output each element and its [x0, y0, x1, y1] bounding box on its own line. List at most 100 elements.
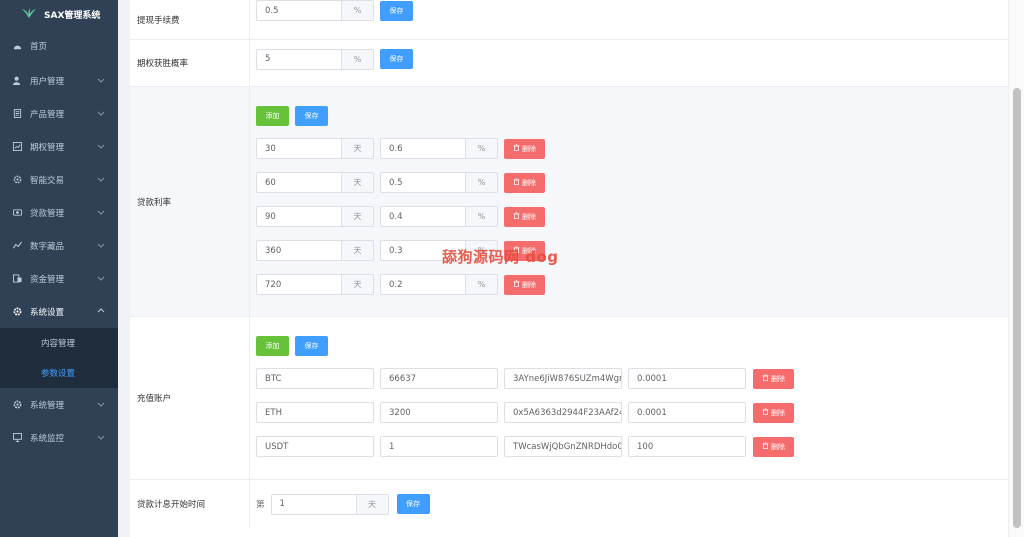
delete-label: 删除 — [522, 280, 536, 289]
sidebar: SAX管理系统 首页 用户管理 产品管理 期权管理 智能交易 贷款管理 数字藏品… — [0, 0, 118, 537]
min-amount-input[interactable]: 0.0001 — [628, 368, 746, 389]
coin-input[interactable]: ETH — [256, 402, 374, 423]
loan-rate-row: 30 天 0.6% 删除 — [256, 138, 1008, 159]
address-input[interactable]: 3AYne6JiW876SUZm4Wgr — [504, 368, 622, 389]
option-win-input[interactable]: 5 — [256, 48, 342, 70]
trend-icon — [12, 241, 22, 251]
loan-rate-input[interactable]: 0.4 — [380, 206, 466, 227]
loan-rate-input[interactable]: 0.3 — [380, 240, 466, 261]
sidebar-item-system-admin[interactable]: 系统管理 — [0, 388, 118, 421]
unit-suffix: 天 — [342, 172, 374, 193]
sidebar-item-label: 系统设置 — [30, 307, 65, 318]
delete-label: 删除 — [522, 144, 536, 153]
unit-suffix: % — [466, 172, 498, 193]
delete-label: 删除 — [522, 212, 536, 221]
loan-rate-row: 90 天 0.4% 删除 — [256, 206, 1008, 227]
save-button[interactable]: 保存 — [396, 494, 430, 514]
loan-rate-input[interactable]: 0.6 — [380, 138, 466, 159]
address-input[interactable]: 0x5A6363d2944F23AAf249 — [504, 402, 622, 423]
sidebar-item-label: 期权管理 — [30, 142, 65, 153]
save-button[interactable]: 保存 — [295, 106, 328, 126]
chevron-down-icon — [97, 243, 105, 248]
coin-input[interactable]: USDT — [256, 436, 374, 457]
add-button[interactable]: 添加 — [256, 336, 289, 356]
sidebar-subitem-content[interactable]: 内容管理 — [0, 328, 118, 358]
price-input[interactable]: 1 — [380, 436, 498, 457]
price-input[interactable]: 66637 — [380, 368, 498, 389]
scrollbar-thumb[interactable] — [1013, 88, 1021, 528]
sidebar-subitem-params[interactable]: 参数设置 — [0, 358, 118, 388]
interest-start-input[interactable]: 1 — [270, 493, 357, 515]
add-button[interactable]: 添加 — [256, 106, 289, 126]
sidebar-item-users[interactable]: 用户管理 — [0, 64, 118, 97]
loan-days-input[interactable]: 30 — [256, 138, 342, 159]
delete-button[interactable]: 删除 — [504, 138, 545, 159]
withdraw-fee-input[interactable]: 0.5 — [256, 0, 342, 21]
loan-days-input[interactable]: 90 — [256, 206, 342, 227]
chevron-up-icon — [97, 308, 105, 313]
gear-icon — [12, 400, 22, 410]
chevron-down-icon — [97, 435, 105, 440]
delete-button[interactable]: 删除 — [504, 240, 545, 261]
loan-rate-row: 60 天 0.5% 删除 — [256, 172, 1008, 193]
page-gutter — [118, 0, 130, 537]
min-amount-input[interactable]: 0.0001 — [628, 402, 746, 423]
sidebar-item-loans[interactable]: 贷款管理 — [0, 196, 118, 229]
loan-rate-row: 720 天 0.2% 删除 — [256, 274, 1008, 295]
chevron-down-icon — [97, 111, 105, 116]
sidebar-item-label: 系统管理 — [30, 400, 65, 411]
price-input[interactable]: 3200 — [380, 402, 498, 423]
sidebar-item-monitor[interactable]: 系统监控 — [0, 421, 118, 454]
app-title: SAX管理系统 — [44, 10, 101, 21]
loan-rate-input[interactable]: 0.2 — [380, 274, 466, 295]
sidebar-item-label: 贷款管理 — [30, 208, 65, 219]
unit-suffix: 天 — [356, 493, 389, 515]
sidebar-item-options[interactable]: 期权管理 — [0, 130, 118, 163]
setting-label: 贷款利率 — [130, 87, 250, 316]
sidebar-item-smart-trading[interactable]: 智能交易 — [0, 163, 118, 196]
address-input[interactable]: TWcasWjQbGnZNRDHdoC — [504, 436, 622, 457]
logo-leaf-icon — [22, 7, 36, 21]
delete-button[interactable]: 删除 — [753, 436, 794, 457]
sidebar-item-home[interactable]: 首页 — [0, 28, 118, 64]
recharge-account-row: USDT 1 TWcasWjQbGnZNRDHdoC 100 删除 — [256, 436, 1008, 457]
loan-days-input[interactable]: 720 — [256, 274, 342, 295]
chevron-down-icon — [97, 402, 105, 407]
document-icon — [12, 109, 22, 119]
save-button[interactable]: 保存 — [295, 336, 328, 356]
loan-days-input[interactable]: 60 — [256, 172, 342, 193]
chevron-down-icon — [97, 276, 105, 281]
delete-button[interactable]: 删除 — [753, 368, 794, 389]
chart-icon — [12, 142, 22, 152]
sidebar-item-label: 智能交易 — [30, 175, 65, 186]
setting-withdraw-fee: 提现手续费 0.5 % 保存 — [130, 0, 1008, 40]
loan-days-input[interactable]: 360 — [256, 240, 342, 261]
gear-icon — [12, 307, 22, 317]
save-button[interactable]: 保存 — [380, 49, 413, 69]
vertical-scrollbar[interactable] — [1008, 0, 1024, 537]
delete-icon — [513, 212, 522, 221]
delete-button[interactable]: 删除 — [504, 172, 545, 193]
sidebar-item-system-settings[interactable]: 系统设置 — [0, 295, 118, 328]
loan-rate-input[interactable]: 0.5 — [380, 172, 466, 193]
loan-rate-row: 360 天 0.3% 删除 — [256, 240, 1008, 261]
save-button[interactable]: 保存 — [380, 0, 413, 21]
sidebar-item-label: 产品管理 — [30, 109, 65, 120]
min-amount-input[interactable]: 100 — [628, 436, 746, 457]
sidebar-item-label: 资金管理 — [30, 274, 65, 285]
sidebar-item-funds[interactable]: 资金管理 — [0, 262, 118, 295]
delete-button[interactable]: 删除 — [753, 402, 794, 423]
delete-button[interactable]: 删除 — [504, 274, 545, 295]
sidebar-item-label: 参数设置 — [41, 369, 76, 379]
setting-label: 期权获胜概率 — [130, 40, 250, 86]
delete-button[interactable]: 删除 — [504, 206, 545, 227]
sidebar-item-collectibles[interactable]: 数字藏品 — [0, 229, 118, 262]
delete-icon — [762, 442, 771, 451]
sidebar-item-products[interactable]: 产品管理 — [0, 97, 118, 130]
app-logo[interactable]: SAX管理系统 — [0, 0, 118, 28]
sidebar-item-label: 首页 — [30, 42, 48, 52]
prefix-text: 第 — [256, 500, 265, 510]
unit-suffix: % — [342, 48, 374, 70]
coin-input[interactable]: BTC — [256, 368, 374, 389]
chevron-down-icon — [97, 210, 105, 215]
